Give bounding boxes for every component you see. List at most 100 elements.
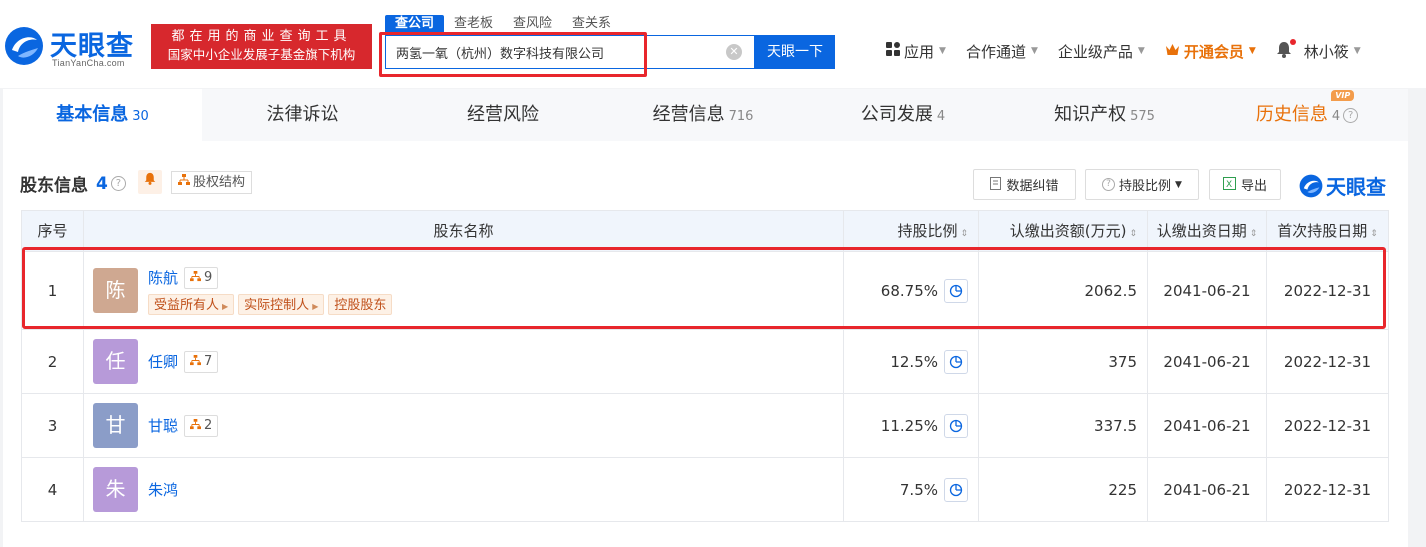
col-first-date[interactable]: 首次持股日期 ⇕ bbox=[1267, 211, 1388, 251]
tab-basic-info[interactable]: 基本信息 30 bbox=[3, 89, 202, 141]
col-capital[interactable]: 认缴出资额(万元) ⇕ bbox=[979, 211, 1148, 251]
tab-count: 30 bbox=[132, 109, 149, 124]
table-row: 3 甘 甘聪 2 11.25% 337.5 2041-06-21 2022-12… bbox=[22, 393, 1388, 457]
nav-vip-label: 开通会员 bbox=[1183, 42, 1244, 61]
avatar[interactable]: 甘 bbox=[93, 403, 138, 448]
relation-count-badge[interactable]: 2 bbox=[184, 414, 219, 437]
pie-chart-icon[interactable] bbox=[944, 477, 968, 502]
table-row: 2 任 任卿 7 12.5% 375 2041-06-21 2022-12-31 bbox=[22, 329, 1388, 393]
row-highlight-frame bbox=[22, 247, 1386, 329]
col-capital-label: 认缴出资额(万元) bbox=[1009, 222, 1127, 240]
equity-structure-button[interactable]: 股权结构 bbox=[171, 171, 253, 194]
sort-icon: ⇕ bbox=[960, 229, 968, 239]
cell-capital-date: 2041-06-21 bbox=[1148, 330, 1267, 393]
relation-count: 7 bbox=[204, 354, 213, 369]
cell-ratio: 7.5% bbox=[844, 458, 979, 521]
shareholder-name-link[interactable]: 任卿 bbox=[148, 351, 178, 372]
brand-watermark: 天眼查 bbox=[1299, 171, 1386, 200]
shareholder-name-link[interactable]: 朱鸿 bbox=[148, 479, 178, 500]
ratio-filter-dropdown[interactable]: ? 持股比例 ▼ bbox=[1085, 169, 1199, 200]
tab-operation-info[interactable]: 经营信息 716 bbox=[603, 89, 803, 141]
company-tabs: 基本信息 30 法律诉讼 经营风险 经营信息 716 公司发展 4 知识产权 575 V… bbox=[3, 89, 1408, 141]
sort-icon: ⇕ bbox=[1370, 229, 1378, 239]
shareholder-panel: 股东信息 4 ? 股权结构 数据纠错 ? 持股比例 ▼ X 导出 天眼查 序号 … bbox=[3, 141, 1408, 547]
col-first-date-label: 首次持股日期 bbox=[1277, 222, 1368, 240]
cell-index: 3 bbox=[22, 394, 84, 457]
avatar[interactable]: 任 bbox=[93, 339, 138, 384]
search-button[interactable]: 天眼一下 bbox=[755, 35, 835, 69]
help-icon[interactable]: ? bbox=[1343, 107, 1359, 123]
tab-label: 经营信息 bbox=[652, 104, 725, 125]
cell-ratio: 12.5% bbox=[844, 330, 979, 393]
chevron-down-icon: ▼ bbox=[939, 46, 946, 56]
name-line: 甘聪 2 bbox=[148, 414, 219, 437]
data-correction-label: 数据纠错 bbox=[1006, 179, 1059, 194]
tab-history-info[interactable]: VIP 历史信息 4? bbox=[1206, 89, 1408, 141]
ratio-value: 11.25% bbox=[880, 416, 938, 435]
logo-icon bbox=[1299, 174, 1323, 197]
tab-label: 公司发展 bbox=[860, 104, 933, 125]
document-icon bbox=[990, 176, 1002, 193]
chevron-down-icon: ▼ bbox=[1030, 46, 1038, 56]
chevron-down-icon: ▼ bbox=[1248, 46, 1256, 56]
top-header: 天眼查 TianYanCha.com 都在用的商业查询工具 国家中小企业发展子基… bbox=[0, 0, 1426, 88]
nav-apps[interactable]: 应用 ▼ bbox=[886, 41, 946, 62]
org-chart-icon bbox=[178, 172, 190, 193]
tab-company-development[interactable]: 公司发展 4 bbox=[803, 89, 1003, 141]
table-row: 4 朱 朱鸿 7.5% 225 2041-06-21 2022-12-31 bbox=[22, 457, 1388, 521]
col-index: 序号 bbox=[22, 211, 84, 251]
tab-label: 法律诉讼 bbox=[266, 104, 339, 125]
monitor-bell-icon[interactable] bbox=[138, 170, 162, 194]
site-logo[interactable]: 天眼查 TianYanCha.com bbox=[4, 24, 146, 72]
cell-capital: 337.5 bbox=[979, 394, 1148, 457]
brand-text: 天眼查 bbox=[1326, 175, 1386, 199]
export-button[interactable]: X 导出 bbox=[1209, 169, 1281, 200]
name-line: 任卿 7 bbox=[148, 350, 219, 373]
equity-structure-label: 股权结构 bbox=[193, 175, 246, 190]
cell-first-date: 2022-12-31 bbox=[1283, 416, 1372, 435]
col-capital-date-label: 认缴出资日期 bbox=[1156, 222, 1247, 240]
cell-index: 4 bbox=[22, 458, 84, 521]
relation-count-badge[interactable]: 7 bbox=[184, 350, 219, 373]
vip-badge: VIP bbox=[1331, 90, 1355, 101]
nav-user[interactable]: 林小筱 ▼ bbox=[1304, 41, 1361, 62]
col-ratio[interactable]: 持股比例 ⇕ bbox=[844, 211, 979, 251]
logo-url: TianYanCha.com bbox=[52, 58, 125, 68]
chevron-down-icon: ▼ bbox=[1353, 46, 1361, 56]
cell-name: 甘 甘聪 2 bbox=[84, 394, 844, 457]
avatar[interactable]: 朱 bbox=[93, 467, 138, 512]
grid-icon bbox=[886, 42, 900, 60]
col-ratio-label: 持股比例 bbox=[897, 222, 958, 240]
pie-chart-icon[interactable] bbox=[944, 349, 968, 374]
nav-enterprise-label: 企业级产品 bbox=[1057, 42, 1133, 61]
ratio-value: 12.5% bbox=[890, 352, 938, 371]
tab-intellectual-property[interactable]: 知识产权 575 bbox=[1003, 89, 1206, 141]
nav-enterprise[interactable]: 企业级产品 ▼ bbox=[1058, 41, 1145, 62]
logo-icon bbox=[5, 27, 43, 65]
name-line: 朱鸿 bbox=[148, 479, 178, 500]
banner-line-2: 国家中小企业发展子基金旗下机构 bbox=[167, 47, 356, 62]
promo-banner[interactable]: 都在用的商业查询工具 国家中小企业发展子基金旗下机构 bbox=[151, 24, 372, 69]
col-capital-date[interactable]: 认缴出资日期 ⇕ bbox=[1148, 211, 1267, 251]
table-header: 序号 股东名称 持股比例 ⇕ 认缴出资额(万元) ⇕ 认缴出资日期 ⇕ 首次持股日期 ⇕ bbox=[22, 211, 1388, 251]
banner-line-1: 都在用的商业查询工具 bbox=[171, 29, 352, 44]
help-icon[interactable]: ? bbox=[110, 176, 126, 191]
top-nav: 应用 ▼ 合作通道 ▼ 企业级产品 ▼ 开通会员 ▼ 林小筱 ▼ bbox=[886, 38, 1381, 64]
tab-count: 716 bbox=[728, 109, 754, 124]
cell-capital: 375 bbox=[979, 330, 1148, 393]
pie-chart-icon[interactable] bbox=[944, 413, 968, 438]
nav-vip[interactable]: 开通会员 ▼ bbox=[1165, 41, 1256, 62]
excel-icon: X bbox=[1222, 176, 1236, 193]
page-scrollbar[interactable] bbox=[1410, 88, 1426, 547]
tab-legal[interactable]: 法律诉讼 bbox=[202, 89, 403, 141]
data-correction-button[interactable]: 数据纠错 bbox=[973, 169, 1076, 200]
nav-cooperation-label: 合作通道 bbox=[965, 42, 1026, 61]
notification-bell-icon[interactable] bbox=[1276, 38, 1296, 62]
cell-ratio: 11.25% bbox=[844, 394, 979, 457]
nav-cooperation[interactable]: 合作通道 ▼ bbox=[966, 41, 1038, 62]
tab-operational-risk[interactable]: 经营风险 bbox=[403, 89, 603, 141]
tab-label: 经营风险 bbox=[467, 104, 539, 125]
clear-icon[interactable]: ✕ bbox=[726, 44, 742, 60]
relation-count: 2 bbox=[204, 418, 213, 433]
shareholder-name-link[interactable]: 甘聪 bbox=[148, 415, 178, 436]
